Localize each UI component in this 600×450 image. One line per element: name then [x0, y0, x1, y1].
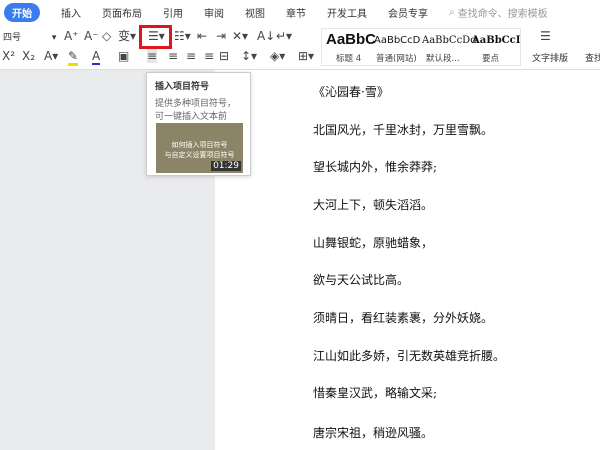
style-label: 默认段... [426, 54, 460, 64]
doc-line: 欲与天公试比高。 [313, 273, 410, 287]
shading-icon[interactable]: ◈▾ [270, 49, 285, 63]
toolbar: 四号 ▾ A⁺ A⁻ ◇ 变▾ ☰▾ ☷▾ ⇤ ⇥ ✕▾ A↓ ↵▾ X² X₂… [0, 24, 600, 70]
tooltip-title: 插入项目符号 [155, 82, 210, 92]
video-duration: 01:29 [211, 161, 241, 171]
search-icon: ⌕ [449, 6, 455, 18]
increase-indent-icon[interactable]: ⇥ [216, 29, 226, 43]
clear-format-icon[interactable]: ◇ [102, 29, 111, 43]
tab-home[interactable]: 开始 [4, 2, 40, 22]
doc-line: 北国风光，千里冰封，万里雪飘。 [313, 123, 494, 137]
grow-font-icon[interactable]: A⁺ [64, 29, 79, 43]
text-layout-icon: ☰ [540, 29, 551, 43]
tab-insert[interactable]: 插入 [61, 5, 81, 20]
doc-line: 唐宗宋祖，稍逊风骚。 [313, 426, 434, 440]
tooltip: 插入项目符号 提供多种项目符号，可一键插入文本前 如何插入项目符号 与自定义设置… [146, 72, 251, 176]
text-effect-icon[interactable]: A▾ [44, 49, 58, 63]
style-label: 普通(网站) [376, 54, 417, 64]
style-default[interactable]: AaBbCcDd [422, 35, 477, 46]
tab-chapter[interactable]: 章节 [286, 5, 306, 20]
tab-developer[interactable]: 开发工具 [327, 5, 367, 20]
phonetic-icon[interactable]: 变▾ [118, 29, 136, 43]
tutorial-video[interactable]: 如何插入项目符号 与自定义设置项目符号 01:29 [156, 123, 243, 173]
doc-line: 惜秦皇汉武，略输文采; [313, 386, 438, 400]
tooltip-description: 提供多种项目符号，可一键插入文本前 [155, 99, 237, 122]
find-button[interactable]: 查找 [585, 51, 600, 64]
text-layout-button[interactable]: 文字排版 [532, 51, 568, 64]
font-color-icon[interactable]: A [92, 49, 101, 65]
align-left-icon[interactable]: ≡ [147, 49, 158, 63]
doc-line: 山舞银蛇，原驰蜡象， [313, 236, 434, 250]
doc-line: 《沁园春·雪》 [313, 85, 389, 99]
style-web-normal[interactable]: AaBbCcD [374, 35, 420, 46]
search-placeholder: 查找命令、搜索模板 [457, 8, 548, 20]
doc-line: 望长城内外，惟余莽莽; [313, 160, 438, 174]
tab-view[interactable]: 视图 [245, 5, 265, 20]
char-border-icon[interactable]: ▣ [118, 49, 129, 63]
doc-line: 江山如此多娇，引无数英雄竞折腰。 [313, 349, 506, 363]
highlight-icon[interactable]: ✎ [68, 49, 79, 66]
decrease-indent-icon[interactable]: ⇤ [197, 29, 207, 43]
sort-icon[interactable]: A↓ [257, 29, 275, 43]
font-size-value: 四号 [3, 33, 22, 43]
superscript-icon[interactable]: X² [2, 49, 15, 63]
style-keypoint[interactable]: AaBbCcDc [472, 35, 520, 46]
paragraph-mark-icon[interactable]: ↵▾ [276, 29, 292, 43]
bullet-list-highlight [139, 25, 172, 49]
video-title: 如何插入项目符号 与自定义设置项目符号 [164, 141, 235, 159]
align-right-icon[interactable]: ≡ [186, 49, 196, 63]
line-spacing-icon[interactable]: ↕▾ [241, 49, 257, 63]
chinese-layout-icon[interactable]: ✕▾ [232, 29, 248, 43]
tab-references[interactable]: 引用 [163, 5, 183, 20]
doc-line: 须晴日，看红装素裹，分外妖娆。 [313, 311, 494, 325]
command-search[interactable]: ⌕ 查找命令、搜索模板 [449, 5, 548, 20]
ribbon-tabs: 开始 插入 页面布局 引用 审阅 视图 章节 开发工具 会员专享 ⌕ 查找命令、搜… [0, 0, 600, 24]
font-size-select[interactable]: 四号 ▾ [3, 30, 58, 44]
border-icon[interactable]: ⊞▾ [298, 49, 314, 63]
style-gallery: AaBbC AaBbCcD AaBbCcDd AaBbCcDc 标题 4 普通(… [321, 28, 521, 66]
numbered-list-icon[interactable]: ☷▾ [174, 29, 191, 43]
tab-review[interactable]: 审阅 [204, 5, 224, 20]
doc-line: 大河上下，顿失滔滔。 [313, 198, 434, 212]
subscript-icon[interactable]: X₂ [22, 49, 35, 63]
style-label: 标题 4 [336, 54, 362, 64]
tab-member[interactable]: 会员专享 [388, 5, 428, 20]
style-heading4[interactable]: AaBbC [326, 31, 376, 48]
distribute-icon[interactable]: ⊟ [219, 49, 229, 63]
justify-icon[interactable]: ≡ [204, 49, 214, 63]
style-label: 要点 [482, 54, 500, 64]
shrink-font-icon[interactable]: A⁻ [84, 29, 99, 43]
tab-page-layout[interactable]: 页面布局 [102, 5, 142, 20]
align-center-icon[interactable]: ≡ [168, 49, 178, 63]
